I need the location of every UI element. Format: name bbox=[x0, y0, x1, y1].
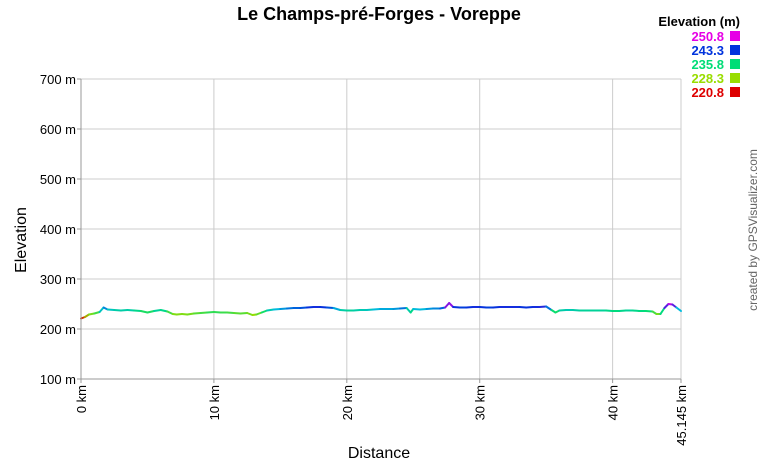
x-axis-label: Distance bbox=[348, 445, 410, 460]
x-tick-label: 20 km bbox=[340, 385, 355, 420]
legend-entry-label: 235.8 bbox=[691, 57, 724, 72]
x-tick-label: 0 km bbox=[74, 385, 89, 413]
elevation-segment bbox=[153, 309, 162, 312]
legend-entry-label: 228.3 bbox=[691, 71, 724, 86]
legend-entry-label: 250.8 bbox=[691, 29, 724, 44]
legend-swatch bbox=[730, 31, 740, 41]
x-tick-label: 10 km bbox=[207, 385, 222, 420]
elevation-segment bbox=[266, 308, 275, 312]
y-tick-label: 300 m bbox=[40, 272, 76, 287]
y-tick-label: 500 m bbox=[40, 172, 76, 187]
y-tick-label: 200 m bbox=[40, 322, 76, 337]
legend-swatch bbox=[730, 59, 740, 69]
legend-entry-label: 220.8 bbox=[691, 85, 724, 100]
y-axis-label: Elevation bbox=[13, 207, 30, 273]
y-tick-label: 700 m bbox=[40, 72, 76, 87]
x-tick-label: 40 km bbox=[606, 385, 621, 420]
legend-title: Elevation (m) bbox=[658, 14, 740, 29]
x-tick-label: 45.145 km bbox=[674, 385, 689, 446]
y-tick-label: 600 m bbox=[40, 122, 76, 137]
legend-swatch bbox=[730, 45, 740, 55]
legend: 250.8243.3235.8228.3220.8 bbox=[691, 29, 740, 100]
credit-text: created by GPSVisualizer.com bbox=[746, 149, 760, 311]
elevation-chart: Le Champs-pré-Forges - Voreppe 100 m 200 … bbox=[13, 4, 760, 460]
y-tick-labels: 100 m 200 m 300 m 400 m 500 m 600 m 700 m bbox=[40, 72, 76, 387]
legend-entry-label: 243.3 bbox=[691, 43, 724, 58]
chart-title: Le Champs-pré-Forges - Voreppe bbox=[237, 4, 521, 24]
y-tick-label: 100 m bbox=[40, 372, 76, 387]
elevation-segment bbox=[186, 312, 195, 316]
legend-swatch bbox=[730, 87, 740, 97]
legend-swatch bbox=[730, 73, 740, 83]
x-tick-label: 30 km bbox=[473, 385, 488, 420]
y-tick-label: 400 m bbox=[40, 222, 76, 237]
x-tick-labels: 0 km 10 km 20 km 30 km 40 km 45.145 km bbox=[74, 385, 689, 446]
